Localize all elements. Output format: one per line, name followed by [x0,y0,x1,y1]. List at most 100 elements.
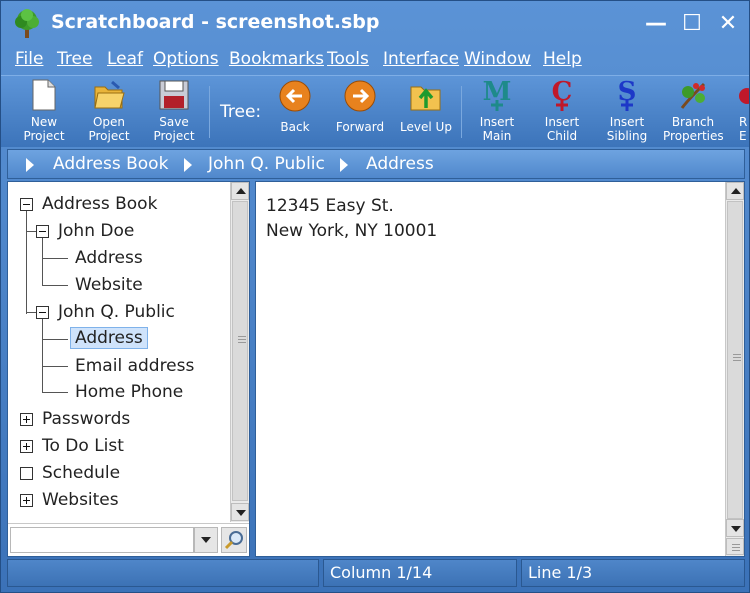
tree-node-address-selected[interactable]: Address [70,327,148,349]
scroll-up-button[interactable] [726,182,744,200]
menu-tree-label: Tree [57,49,93,69]
save-project-label-2: Project [153,129,195,143]
open-folder-icon [94,80,125,109]
status-message [7,559,319,587]
menu-tools-label: Tools [327,49,369,69]
content-pane[interactable]: 12345 Easy St. New York, NY 10001 [255,181,745,557]
breadcrumb-item-john-q-public[interactable]: John Q. Public [208,154,325,174]
tree-search-row [8,523,249,556]
menu-file[interactable]: File [15,49,43,69]
menu-bookmarks[interactable]: Bookmarks [229,49,324,69]
breadcrumb-arrow-icon [340,158,348,172]
menu-options[interactable]: Options [153,49,219,69]
empty-toggle [20,467,33,480]
back-button[interactable]: Back [266,78,324,146]
tree-connector [42,366,68,367]
collapse-toggle[interactable] [36,225,49,238]
tree-node-john-q-public[interactable]: John Q. Public [58,302,175,322]
menu-window[interactable]: Window [464,49,531,69]
tree-node-home-phone[interactable]: Home Phone [75,382,183,402]
truncated-toolbar-button[interactable]: R E [731,78,749,146]
breadcrumb-item-address[interactable]: Address [366,154,434,174]
scroll-down-button[interactable] [726,519,744,537]
tree-node-address-book[interactable]: Address Book [42,194,157,214]
insert-child-icon: C [552,78,572,111]
forward-button[interactable]: Forward [331,78,389,146]
collapse-toggle[interactable] [36,306,49,319]
level-up-button[interactable]: Level Up [397,78,455,146]
open-project-label-2: Project [88,129,130,143]
insert-main-button[interactable]: M Insert Main [468,78,526,146]
new-project-button[interactable]: New Project [15,78,73,146]
new-document-icon [32,79,56,111]
level-up-folder-icon [410,86,441,111]
open-project-label-1: Open [92,115,126,129]
tree-connector [26,231,36,232]
status-bar: Column 1/14 Line 1/3 [7,559,745,589]
tree-connector [26,211,27,314]
tree-scrollbar[interactable] [230,182,249,522]
toolbar-separator [209,86,210,138]
scroll-up-button[interactable] [231,182,249,200]
menu-interface-label: Interface [383,49,460,69]
scroll-thumb[interactable] [727,201,743,519]
breadcrumb-arrow-icon [26,158,34,172]
menu-tools[interactable]: Tools [327,49,369,69]
save-project-button[interactable]: Save Project [145,78,203,146]
magnifier-icon [224,531,243,550]
tree-view: Address Book John Doe Address Website Jo… [8,182,230,522]
expand-toggle[interactable] [20,413,33,426]
insert-sibling-button[interactable]: S Insert Sibling [598,78,656,146]
tree-node-schedule[interactable]: Schedule [42,463,120,483]
expand-toggle[interactable] [20,440,33,453]
open-project-button[interactable]: Open Project [80,78,138,146]
insert-main-label-2: Main [482,129,512,143]
insert-child-button[interactable]: C Insert Child [533,78,591,146]
menu-leaf-label: Leaf [107,49,144,69]
minimize-button[interactable]: — [641,9,671,39]
menu-interface[interactable]: Interface [383,49,459,69]
tree-node-passwords[interactable]: Passwords [42,409,130,429]
tree-search-input[interactable] [10,527,194,553]
toolbar-tree-label: Tree: [220,102,262,122]
search-button[interactable] [221,527,247,553]
scroll-down-button[interactable] [231,503,249,521]
insert-main-label-1: Insert [479,115,515,129]
tree-node-to-do-list[interactable]: To Do List [42,436,124,456]
menu-window-label: Window [464,49,532,69]
insert-sibling-label-2: Sibling [606,129,648,143]
tree-node-website[interactable]: Website [75,275,143,295]
leaf-content-text[interactable]: 12345 Easy St. New York, NY 10001 [266,194,437,244]
tree-connector [42,339,68,340]
tree-node-email-address[interactable]: Email address [75,356,194,376]
content-scrollbar[interactable] [725,182,744,556]
expand-toggle[interactable] [20,494,33,507]
save-project-label-1: Save [159,115,189,129]
menu-bar: File Tree Leaf Options Bookmarks Tools I… [1,47,749,73]
search-dropdown-button[interactable] [194,527,218,553]
menu-help[interactable]: Help [543,49,582,69]
split-handle[interactable] [726,538,744,555]
scroll-thumb[interactable] [232,201,248,501]
branch-properties-button[interactable]: Branch Properties [663,78,724,146]
status-line: Line 1/3 [521,559,745,587]
insert-child-label-2: Child [546,129,578,143]
tree-node-websites[interactable]: Websites [42,490,119,510]
title-bar[interactable]: Scratchboard - screenshot.sbp — ☐ ✕ [1,1,749,47]
close-button[interactable]: ✕ [713,9,743,39]
tree-connector [26,312,36,313]
menu-leaf[interactable]: Leaf [107,49,143,69]
branch-properties-label-2: Properties [663,129,724,143]
tree-connector [42,285,68,286]
truncated-button-icon [739,88,749,104]
menu-tree[interactable]: Tree [57,49,92,69]
menu-file-label: File [15,49,44,69]
breadcrumb-item-address-book[interactable]: Address Book [53,154,168,174]
tree-connector [42,392,68,393]
maximize-button[interactable]: ☐ [677,9,707,39]
tree-node-address[interactable]: Address [75,248,143,268]
forward-label: Forward [335,120,385,134]
collapse-toggle[interactable] [20,198,33,211]
tree-node-john-doe[interactable]: John Doe [58,221,134,241]
truncated-button-label-2: E [739,129,747,143]
